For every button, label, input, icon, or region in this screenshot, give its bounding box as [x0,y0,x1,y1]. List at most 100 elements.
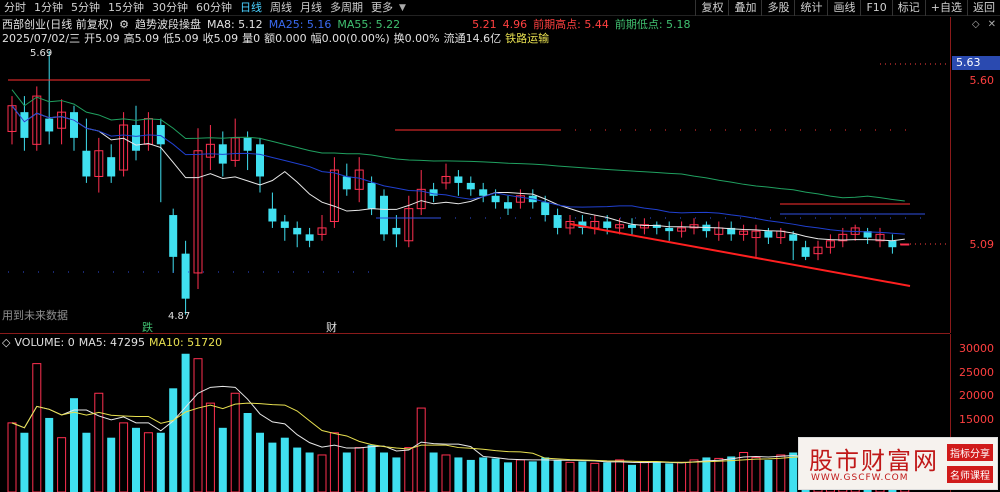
price-label-high: 5.60 [969,74,995,87]
volume-bar [689,459,699,492]
volume-bar [714,457,724,492]
candle-body [256,144,264,177]
candle-body [107,157,116,177]
volume-bar [94,392,104,492]
volume-bar [665,463,674,492]
candle-body [466,182,475,190]
volume-bar [504,462,512,492]
volume-bar [218,427,227,492]
candle-body [541,202,550,216]
volume-bar [329,432,339,492]
volume-bar [565,461,575,492]
volume-bar [132,427,140,492]
vol-label-15000: 15000 [959,413,994,426]
volume-bar [20,432,29,492]
candle-body [801,247,810,257]
volume-bar [789,452,798,492]
candle-body [280,221,289,228]
volume-bar [119,422,129,492]
volume-bar [243,413,252,492]
price-axis: 5.63 5.60 5.09 [950,17,1000,333]
current-price-box: 5.63 [952,56,1000,70]
volume-bar [143,432,153,492]
candle-body [900,243,910,246]
volume-bar [256,432,264,492]
ma25-line [11,105,905,235]
candle-body [429,189,438,196]
volume-bar [107,437,116,492]
volume-bar [416,407,426,492]
candle-body [169,215,178,257]
candle-body [132,125,140,151]
volume-bar [354,447,364,492]
volume-bar [193,358,203,492]
candle-body [628,224,636,228]
watermark-title: 股市财富网 [809,447,939,475]
candle-body [293,227,302,235]
volume-bar [45,417,54,492]
future-data-note: 用到未来数据 [2,309,68,322]
candle-body [392,227,401,235]
volume-bar [305,452,314,492]
volume-bar [578,461,587,492]
kline-chart[interactable] [0,0,950,492]
candle-body [82,150,91,177]
volume-bar [181,353,190,492]
volume-bar [727,456,736,492]
watermark-url: WWW.GSCFW.COM [811,473,909,483]
price-label-low: 5.09 [969,238,995,251]
volume-bar [776,454,786,492]
volume-bar [317,454,327,492]
candle-body [268,208,277,222]
volume-bar [293,447,302,492]
volume-bar [82,432,91,492]
volume-bar [751,456,761,492]
volume-bar [57,437,67,492]
back-button[interactable]: 返回 [967,0,1000,16]
volume-bar [454,457,463,492]
candle-body [553,215,562,228]
volume-bar [541,457,550,492]
volume-bar [342,452,351,492]
candle-body [70,112,78,138]
candle-body [243,137,252,151]
vol-label-30000: 30000 [959,342,994,355]
volume-bar [628,464,636,492]
watermark-tag-share: 指标分享 [947,444,993,461]
volume-bar [268,442,277,492]
candle-body [789,234,798,241]
watermark-tag-course: 名师课程 [947,466,993,483]
candle-body [504,202,512,209]
volume-bar [639,461,649,492]
volume-bar [429,452,438,492]
volume-ma5-line [11,385,905,464]
volume-bar [739,452,749,492]
volume-bar [515,459,525,492]
candle-body [342,176,351,190]
volume-bar [702,457,711,492]
candle-body [665,227,674,232]
volume-bar [466,459,475,492]
volume-bar [479,457,488,492]
volume-bar [156,432,165,492]
volume-bar [280,437,289,492]
volume-bar [553,459,562,492]
candle-body [479,189,488,196]
volume-bar [764,459,773,492]
candle-body [764,231,773,238]
candle-body [367,182,376,209]
high-marker-label: 5.69 [30,48,53,59]
candle-body [454,176,463,183]
volume-bar [169,388,178,492]
candle-body [20,112,29,138]
volume-bar [590,462,600,492]
volume-bar [205,402,215,492]
candle-body [181,253,190,299]
candle-body [45,118,54,132]
candle-body [380,195,388,235]
volume-bar [404,447,414,492]
watermark-logo: 股市财富网 WWW.GSCFW.COM 指标分享 名师课程 [798,437,998,490]
volume-bar [367,445,376,492]
volume-bar [380,452,388,492]
candle-body [603,221,612,228]
